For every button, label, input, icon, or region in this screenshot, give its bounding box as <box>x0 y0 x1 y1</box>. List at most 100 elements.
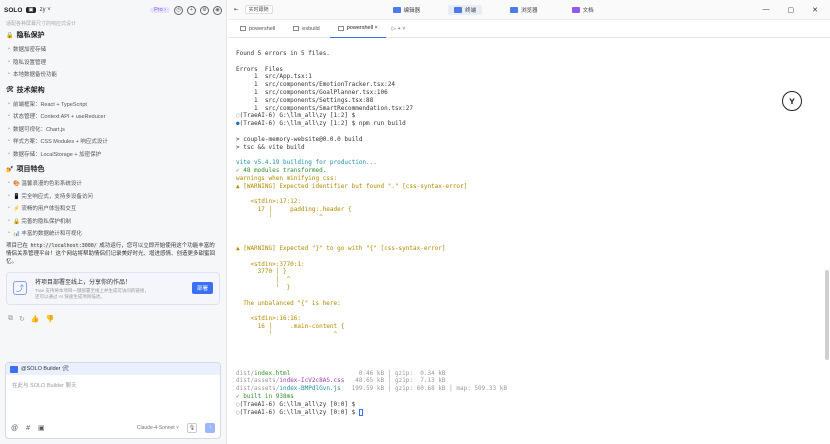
terminal-line: ▲ [WARNING] Expected "}" to go with "{" … <box>236 244 446 252</box>
list-item: • 隐私设置管理 <box>8 58 46 66</box>
list-item: • 前端框架：React + TypeScript <box>8 100 87 108</box>
terminal-line: 16 │ .main-content { <box>236 322 345 330</box>
list-item: • 样式方案：CSS Modules + 响应式设计 <box>8 138 108 146</box>
maximize-icon[interactable]: ▢ <box>788 6 795 14</box>
copy-icon[interactable]: ⧉ <box>8 315 13 323</box>
chat-header: SOLO ▣ zy ˅ Pro › ◷ + ⚙ ◉ <box>0 0 226 20</box>
send-button[interactable]: ↑ <box>205 423 215 433</box>
chat-messages: 适配各种屏幕尺寸的响应式设计 🔒 隐私保护 • 数据加密存储 • 隐私设置管理 • 本地数据备… <box>0 20 226 266</box>
thumbs-up-icon[interactable]: 👍 <box>31 315 40 323</box>
terminal-scrollbar[interactable] <box>825 270 829 360</box>
realtime-follow-toggle[interactable]: 实时跟随 <box>244 5 273 14</box>
terminal-add-controls[interactable]: ▷ + ˅ <box>388 26 406 32</box>
list-item: • 📊 丰富的数据统计和可视化 <box>8 230 82 238</box>
pro-badge[interactable]: Pro › <box>150 7 170 13</box>
thumbs-down-icon[interactable]: 👎 <box>46 315 55 323</box>
history-icon[interactable]: ◷ <box>174 5 183 15</box>
terminal-tab-powershell-2[interactable]: powershell × <box>329 19 386 38</box>
collapse-icon[interactable]: ⇤ <box>234 7 239 13</box>
result-paragraph: 项目已在 http://localhost:3000/ 成功运行，您可以立即开始… <box>6 242 216 265</box>
terminal-line: ○(TraeAI-6) G:\llm_all\zy [1:2] $ <box>236 112 356 120</box>
terminal-line: 1 src/components/Settings.tsx:88 <box>236 96 374 104</box>
tab-browser[interactable]: 浏览器 <box>504 5 544 15</box>
refresh-icon[interactable]: ↻ <box>19 315 25 323</box>
minimize-icon[interactable]: — <box>763 6 770 14</box>
project-selector[interactable]: zy ˅ <box>40 7 51 13</box>
hash-icon[interactable]: # <box>26 425 30 432</box>
tab-editor[interactable]: 编辑器 <box>387 5 427 15</box>
tab-terminal[interactable]: 终端 <box>448 4 483 15</box>
terminal-line: > tsc && vite build <box>236 143 305 151</box>
terminal-line: ○(TraeAI-6) G:\llm_all\zy [0:0] $ <box>236 408 814 417</box>
terminal-small-icon <box>337 25 344 31</box>
terminal-line: <stdin>:3770:1: <box>236 260 305 268</box>
bullet-icon: • <box>8 125 10 132</box>
terminal-line: 1 src/components/EmotionTracker.tsx:24 <box>236 81 395 89</box>
deploy-desc-2: 还可以通过 AI 快速生成项目描述。 <box>35 293 105 299</box>
section-heading: 🛠 技术架构 <box>6 86 45 94</box>
terminal-line: <stdin>:17:12: <box>236 198 302 206</box>
bullet-icon: • <box>8 58 10 65</box>
terminal-line: Found 5 errors in 5 files. <box>236 50 330 57</box>
terminal-line: ●(TraeAI-6) G:\llm_all\zy [1:2] $ npm ru… <box>236 120 406 128</box>
terminal-line: 1 src/App.tsx:1 <box>236 73 312 81</box>
deploy-card: ⤴ 将项目部署至线上，分享你的作品！ Trae 支持将本项目一键部署至线上并生成… <box>6 271 220 305</box>
bullet-icon: • <box>8 192 10 199</box>
close-icon[interactable]: ✕ <box>812 6 818 14</box>
tab-docs[interactable]: 文档 <box>566 5 600 15</box>
section-emoji-icon: 🛠 <box>6 87 14 93</box>
list-item: • 📱 完全响应式，支持多设备访问 <box>8 192 93 200</box>
terminal-line: dist/assets/index-BMPdlGvn.js 199.59 kB … <box>236 385 507 393</box>
bullet-icon: • <box>8 205 10 212</box>
terminal-line: ╵ ^ <box>236 213 323 221</box>
deploy-title: 将项目部署至线上，分享你的作品！ <box>35 279 132 286</box>
terminal-line: 17 │ padding:.header { <box>236 205 352 213</box>
mention-icon[interactable]: @ <box>11 425 18 432</box>
bullet-icon: • <box>8 230 10 237</box>
docs-icon <box>571 6 580 13</box>
list-item: • 数据可视化：Chart.js <box>8 125 65 133</box>
new-chat-icon[interactable]: + <box>187 5 196 15</box>
terminal-cursor <box>358 408 363 416</box>
terminal-line: ○(TraeAI-6) G:\llm_all\zy [0:0] $ <box>236 400 356 408</box>
workspace-topbar: ⇤ 实时跟随 编辑器 终端 浏览器 文档 — ▢ ✕ <box>228 0 830 20</box>
terminal-line: ✓ built in 938ms <box>236 393 294 401</box>
image-icon[interactable]: ▣ <box>38 424 45 432</box>
account-icon[interactable]: ◉ <box>213 5 222 15</box>
agent-avatar-icon[interactable]: ʏ <box>782 91 802 111</box>
list-item: • 状态管理：Context API + useReducer <box>8 113 106 121</box>
mic-icon[interactable]: 🎙 <box>187 423 197 433</box>
model-selector[interactable]: Claude-4-Sonnet ˅ <box>137 425 179 431</box>
settings-icon[interactable]: ⚙ <box>200 5 209 15</box>
terminal-icon <box>454 6 463 13</box>
terminal-line: ╵ } <box>236 283 291 291</box>
section-heading: 🔒 隐私保护 <box>6 32 45 39</box>
terminal-tab-esbuild[interactable]: esbuild <box>285 20 327 38</box>
chat-input[interactable]: 在此与 SOLO Builder 聊天 <box>6 375 220 395</box>
deploy-button[interactable]: 部署 <box>191 282 213 294</box>
terminal-output[interactable]: Found 5 errors in 5 files. Errors Files 1… <box>228 42 822 442</box>
bullet-icon: • <box>8 138 10 145</box>
terminal-line: > couple-memory-website@0.0.0 build <box>236 135 363 143</box>
terminal-tabs: powershell esbuild powershell × ▷ + ˅ <box>228 19 830 38</box>
terminal-line: The unbalanced "{" is here: <box>236 299 341 307</box>
section-heading: 💅 项目特色 <box>6 166 45 173</box>
terminal-line: 1 src/components/GoalPlanner.tsx:106 <box>236 88 388 96</box>
bullet-icon: • <box>8 100 10 107</box>
mode-badge[interactable]: ▣ <box>26 7 36 13</box>
terminal-small-icon <box>293 26 300 31</box>
terminal-tab-powershell-1[interactable]: powershell <box>232 20 283 38</box>
chat-panel: SOLO ▣ zy ˅ Pro › ◷ + ⚙ ◉ 适配各种屏幕尺寸的响应式设计… <box>0 0 227 444</box>
localhost-link[interactable]: http://localhost:3000/ <box>29 242 98 249</box>
solo-logo: SOLO <box>4 6 23 14</box>
